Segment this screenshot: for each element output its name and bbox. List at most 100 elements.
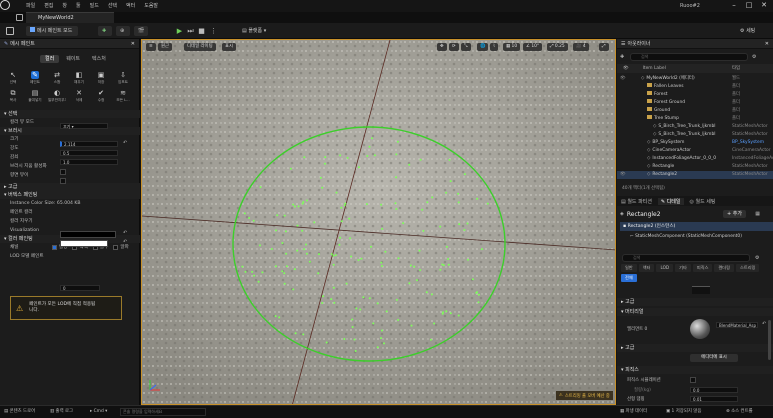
visibility-eye-icon[interactable]	[617, 83, 633, 91]
visibility-eye-icon[interactable]	[617, 163, 633, 171]
paint-tab[interactable]: 컬러	[40, 55, 60, 63]
outliner-search[interactable]: 검색	[630, 53, 748, 61]
visibility-eye-icon[interactable]	[617, 91, 633, 99]
details-settings-icon[interactable]: ⚙	[755, 255, 759, 261]
paint-tool[interactable]: ◐ 일부만지우기	[48, 88, 66, 106]
outliner-filter-icon[interactable]: ⚙	[752, 54, 756, 60]
filter-tab[interactable]: 액터	[638, 264, 655, 272]
material-thumbnail[interactable]	[690, 319, 710, 339]
select-mode-dropdown[interactable]: 끄기 ▾	[60, 123, 108, 129]
section-material[interactable]: ▾ 머티리얼	[617, 308, 773, 316]
viewport-scene[interactable]	[142, 40, 616, 405]
erase-color-swatch[interactable]	[60, 240, 108, 247]
outliner-row[interactable]: ◇ InstancedFoliageActor_0_0_0 InstancedFol…	[617, 155, 773, 163]
unsaved-button[interactable]: ▣ 1 저장되지 않음	[666, 408, 701, 416]
outliner-row[interactable]: Fallen Leaves 폴더	[617, 83, 773, 91]
paint-tool[interactable]: ↖ 선택	[4, 70, 22, 88]
visibility-eye-icon[interactable]	[617, 123, 633, 131]
visibility-eye-icon[interactable]	[617, 107, 633, 115]
outliner-row[interactable]: ◇ CineCameraActor CineCameraActor	[617, 147, 773, 155]
filter-tab[interactable]: 전체	[621, 274, 637, 282]
grid-snap-button[interactable]: ▦ 10	[503, 43, 521, 51]
outliner-row[interactable]: ◇ BP_SkySystem BP_SkySystem	[617, 139, 773, 147]
settings-button[interactable]: ⚙ 세팅	[736, 26, 759, 36]
show-button[interactable]: 표시	[222, 43, 237, 51]
mesh-thumbnail[interactable]	[692, 286, 710, 294]
material-dropdown[interactable]: BlendMaterial_Asp	[716, 322, 758, 328]
visibility-eye-icon[interactable]	[617, 147, 633, 155]
visibility-eye-icon[interactable]	[617, 115, 633, 123]
document-tab[interactable]: MyNewWorld2	[26, 12, 114, 23]
console-input[interactable]: 콘솔 명령을 입력하세요	[120, 408, 206, 416]
camera-speed-button[interactable]: 🎥 4	[573, 43, 589, 51]
panel-close-icon[interactable]: ✕	[131, 39, 135, 49]
reset-size-icon[interactable]: ↶	[123, 140, 127, 146]
outliner-row[interactable]: 👁 ◇ MyNewWorld2 (에디터) 월드	[617, 75, 773, 83]
filter-tab[interactable]: 일반	[621, 264, 637, 272]
strength-field[interactable]: 0.5	[60, 150, 118, 156]
menu-item[interactable]: 창	[62, 2, 67, 9]
platforms-button[interactable]: ▤ 플랫폼 ▾	[238, 26, 270, 36]
column-type[interactable]: 타입	[732, 64, 740, 73]
menu-item[interactable]: 선택	[108, 2, 117, 9]
maximize-viewport-icon[interactable]: ⤢	[599, 43, 609, 51]
menu-item[interactable]: 툴	[76, 2, 81, 9]
outliner-row[interactable]: 👁 ◇ Rectangle2 StaticMeshActor	[617, 171, 773, 179]
play-options-icon[interactable]: ⋮	[209, 26, 218, 36]
rotate-icon[interactable]: ⟳	[449, 43, 459, 51]
paint-tool[interactable]: ⧉ 복사	[4, 88, 22, 106]
step-icon[interactable]: ⏭	[186, 26, 195, 36]
close-icon[interactable]: ✕	[758, 1, 770, 10]
surface-snap-icon[interactable]: ⌇	[490, 43, 499, 51]
material-reset-icon[interactable]: ↶	[762, 321, 766, 327]
maximize-icon[interactable]: □	[743, 1, 755, 10]
paint-tool[interactable]: ⇄ 스왑	[48, 70, 66, 88]
minimize-icon[interactable]: –	[728, 1, 740, 10]
filter-tab[interactable]: 기타	[675, 264, 691, 272]
paint-tab[interactable]: 웨이트	[61, 55, 85, 63]
outliner-row[interactable]: Ground 폴더	[617, 107, 773, 115]
damping-field[interactable]: 0.01	[690, 396, 738, 402]
paint-color-swatch[interactable]	[60, 231, 116, 238]
add-component-button[interactable]: + 추가	[723, 210, 746, 218]
outliner-add-icon[interactable]: ✚	[620, 54, 624, 60]
cinematics-button[interactable]: 🎬	[134, 26, 148, 36]
section-physics[interactable]: ▾ 피직스	[617, 366, 773, 374]
enable-erase-checkbox[interactable]	[60, 169, 66, 175]
actor-name[interactable]: Rectangle2	[627, 211, 661, 218]
visibility-eye-icon[interactable]	[617, 131, 633, 139]
play-icon[interactable]: ▶	[175, 26, 184, 36]
visibility-eye-icon[interactable]	[617, 155, 633, 163]
translate-icon[interactable]: ✥	[437, 43, 447, 51]
section-advanced-details[interactable]: ▸ 고급	[617, 298, 773, 306]
outliner-close-icon[interactable]: ✕	[765, 39, 769, 49]
visibility-eye-icon[interactable]: 👁	[617, 75, 633, 83]
level-viewport[interactable]	[141, 39, 616, 405]
component-row[interactable]: ⌐ StaticMeshComponent (StaticMeshCompone…	[630, 232, 773, 241]
section-select[interactable]: ▾ 선택	[0, 110, 140, 118]
details-search[interactable]: 검색	[622, 254, 750, 262]
section-advanced2[interactable]: ▸ 고급	[617, 344, 773, 352]
viewport-menu-button[interactable]: ≡	[146, 43, 156, 51]
tab-world-settings[interactable]: ◎ 월드 세팅	[690, 198, 716, 205]
world-local-icon[interactable]: 🌐	[477, 43, 489, 51]
outliner-row[interactable]: Tree Stump 폴더	[617, 115, 773, 123]
remove-checkbox[interactable]	[60, 178, 66, 184]
section-advanced[interactable]: ▸ 고급	[0, 183, 140, 191]
derived-data-button[interactable]: ▦ 파생 데이터	[620, 408, 647, 416]
add-content-button[interactable]: ✚	[98, 26, 112, 36]
scale-icon[interactable]: ⤡	[461, 43, 471, 51]
paint-tool[interactable]: ⇩ 임포트	[114, 70, 132, 88]
reset-paint-color-icon[interactable]: ↶	[123, 230, 127, 236]
paint-tab[interactable]: 텍스처	[87, 55, 111, 63]
filter-tab[interactable]: LOD	[656, 264, 674, 272]
outliner-row[interactable]: ◇ S_Birch_Tree_Trunk_ljkmbl StaticMeshActo…	[617, 123, 773, 131]
filter-tab[interactable]: 피직스	[692, 264, 713, 272]
mode-dropdown[interactable]: 메시 페인트 모드 ▾	[26, 26, 78, 44]
scale-snap-button[interactable]: ⤢ 0.25	[547, 43, 568, 51]
visibility-eye-icon[interactable]	[617, 99, 633, 107]
lod-field[interactable]: 0	[60, 285, 100, 291]
menu-item[interactable]: 도움말	[144, 2, 158, 9]
filter-tab[interactable]: 스트리밍	[736, 264, 760, 272]
outliner-row[interactable]: Forest Ground 폴더	[617, 99, 773, 107]
